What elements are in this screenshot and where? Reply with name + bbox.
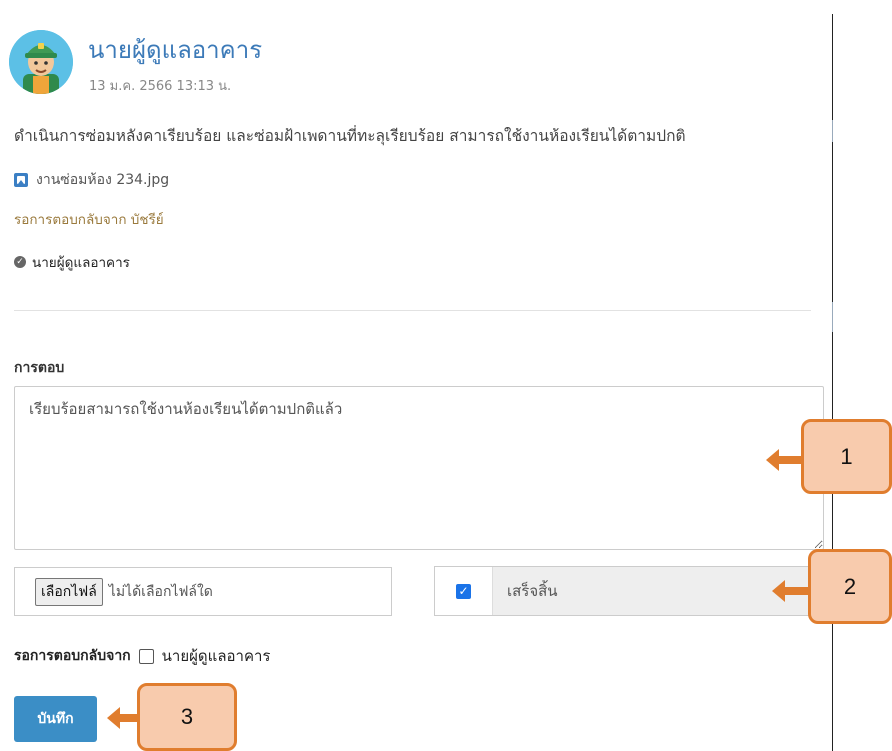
check-circle-icon: ✓ [14,256,26,268]
callout-2: 2 [808,549,892,624]
reply-label: การตอบ [14,360,65,376]
waiting-checkbox[interactable] [138,648,154,664]
callout-arrow-3 [107,707,139,729]
callout-1: 1 [801,419,892,494]
panel-border-mark [832,302,833,332]
attachment-filename[interactable]: งานซ่อมห้อง 234.jpg [36,169,169,191]
author-name: นายผู้ดูแลอาคาร [88,36,263,64]
callout-arrow-2 [772,580,809,602]
worker-avatar-icon [9,30,73,94]
attachment-link[interactable]: งานซ่อมห้อง 234.jpg [14,169,169,191]
waiting-status: รอการตอบกลับจาก บัชรีย์ [14,212,164,228]
waiting-option-label[interactable]: นายผู้ดูแลอาคาร [162,644,271,668]
reply-textarea[interactable]: เรียบร้อยสามารถใช้งานห้องเรียนได้ตามปกติ… [14,386,824,550]
approver-name: นายผู้ดูแลอาคาร [32,255,130,271]
divider [14,310,811,311]
approver-row: ✓ นายผู้ดูแลอาคาร [14,251,130,273]
avatar [9,30,73,94]
post-message: ดำเนินการซ่อมหลังคาเรียบร้อย และซ่อมฝ้าเ… [14,127,686,145]
file-input[interactable]: เลือกไฟล์ ไม่ได้เลือกไฟล์ใด [14,567,392,616]
done-input-group[interactable]: ✓ เสร็จสิ้น [434,566,811,616]
waiting-label: รอการตอบกลับจาก [14,648,131,664]
image-file-icon [14,173,28,187]
waiting-row: รอการตอบกลับจาก นายผู้ดูแลอาคาร [14,644,270,668]
save-button[interactable]: บันทึก [14,696,97,742]
done-checkbox-wrap[interactable]: ✓ [435,567,493,615]
done-label: เสร็จสิ้น [493,567,810,615]
choose-file-button[interactable]: เลือกไฟล์ [35,577,103,606]
file-status: ไม่ได้เลือกไฟล์ใด [108,583,213,600]
done-checkbox[interactable]: ✓ [456,583,471,599]
post-timestamp: 13 ม.ค. 2566 13:13 น. [89,79,232,94]
callout-arrow-1 [766,449,802,471]
callout-3: 3 [137,683,237,751]
panel-border-mark [832,120,833,142]
